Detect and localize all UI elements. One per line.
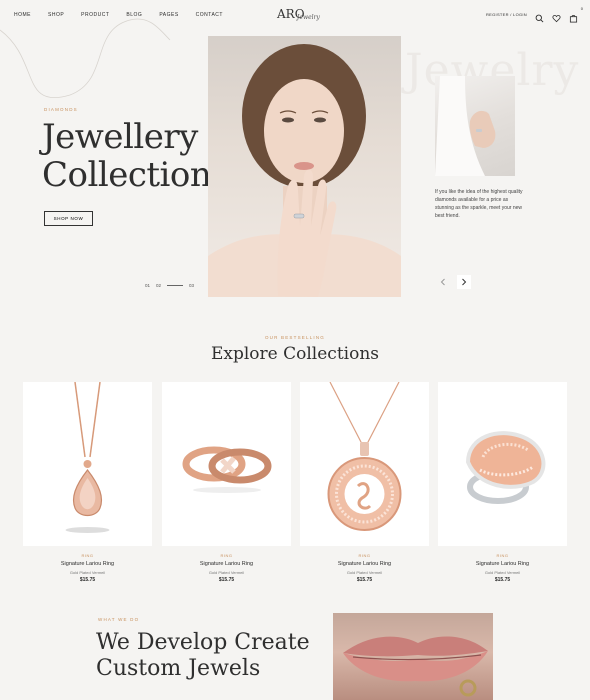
- about-title-line1: We Develop Create: [96, 630, 310, 655]
- hero-title-line2: Collection: [42, 155, 212, 195]
- chevron-left-icon: [440, 278, 445, 286]
- product-image-1[interactable]: [23, 382, 152, 546]
- product-name-4[interactable]: Signature Lariou Ring: [438, 561, 567, 567]
- slider-counter: 01 02 03: [145, 283, 194, 288]
- product-name-1[interactable]: Signature Lariou Ring: [23, 561, 152, 567]
- about-eyebrow: WHAT WE DO: [98, 617, 140, 622]
- register-login-link[interactable]: REGISTER / LOGIN: [486, 12, 527, 17]
- top-navigation: HOME SHOP PRODUCT BLOG PAGES CONTACT ARO…: [0, 0, 590, 30]
- about-title: We Develop Create Custom Jewels: [96, 630, 310, 682]
- product-tag-2: RING: [220, 553, 233, 558]
- nav-link-shop[interactable]: SHOP: [48, 12, 64, 18]
- shop-now-button[interactable]: SHOP NOW: [44, 211, 93, 226]
- nav-actions: REGISTER / LOGIN 0: [486, 6, 583, 23]
- hero-side-description: If you like the idea of the highest qual…: [435, 189, 523, 219]
- slider-next-arrow[interactable]: [457, 275, 471, 289]
- hand-ring-image: [435, 76, 515, 176]
- heart-icon[interactable]: [552, 10, 561, 23]
- nav-link-pages[interactable]: PAGES: [159, 12, 178, 18]
- product-material-3: Gold Plated Vermeil: [346, 570, 383, 575]
- about-title-line2: Custom Jewels: [96, 656, 261, 681]
- nav-link-home[interactable]: HOME: [14, 12, 31, 18]
- slide-number-2[interactable]: 02: [156, 283, 161, 288]
- product-material-4: Gold Plated Vermeil: [484, 570, 521, 575]
- collections-eyebrow: OUR BESTSELLING: [264, 335, 325, 340]
- product-name-3[interactable]: Signature Lariou Ring: [300, 561, 429, 567]
- collections-title: Explore Collections: [210, 344, 380, 364]
- product-material-2: Gold Plated Vermeil: [208, 570, 245, 575]
- cart-icon[interactable]: 0: [569, 6, 583, 23]
- product-tag-4: RING: [496, 553, 509, 558]
- product-price-3: $15.75: [356, 577, 373, 583]
- lips-closeup-image: [333, 613, 493, 700]
- nav-link-product[interactable]: PRODUCT: [81, 12, 109, 18]
- product-image-2[interactable]: [162, 382, 291, 546]
- slide-number-1[interactable]: 01: [145, 283, 150, 288]
- product-price-1: $15.75: [79, 577, 96, 583]
- product-price-2: $15.75: [218, 577, 235, 583]
- chevron-right-icon: [462, 278, 467, 286]
- product-material-1: Gold Plated Vermeil: [69, 570, 106, 575]
- product-tag-1: RING: [81, 553, 94, 558]
- product-name-2[interactable]: Signature Lariou Ring: [162, 561, 291, 567]
- hero-model-image: [208, 36, 401, 297]
- logo-script: Jewelry: [297, 14, 320, 21]
- product-price-4: $15.75: [494, 577, 511, 583]
- hero-title-line1: Jewellery: [42, 117, 198, 157]
- slide-number-3[interactable]: 03: [189, 283, 194, 288]
- product-image-4[interactable]: [438, 382, 567, 546]
- slider-prev-arrow[interactable]: [436, 275, 450, 289]
- search-icon[interactable]: [535, 10, 544, 23]
- nav-links: HOME SHOP PRODUCT BLOG PAGES CONTACT: [14, 12, 223, 18]
- slider-progress-line: [167, 285, 184, 286]
- nav-link-blog[interactable]: BLOG: [126, 12, 142, 18]
- hero-title: Jewellery Collection: [42, 117, 212, 195]
- product-tag-3: RING: [358, 553, 371, 558]
- nav-link-contact[interactable]: CONTACT: [196, 12, 223, 18]
- product-image-3[interactable]: [300, 382, 429, 546]
- cart-count-badge: 0: [580, 6, 583, 11]
- hero-eyebrow: DIAMONDS: [44, 107, 78, 112]
